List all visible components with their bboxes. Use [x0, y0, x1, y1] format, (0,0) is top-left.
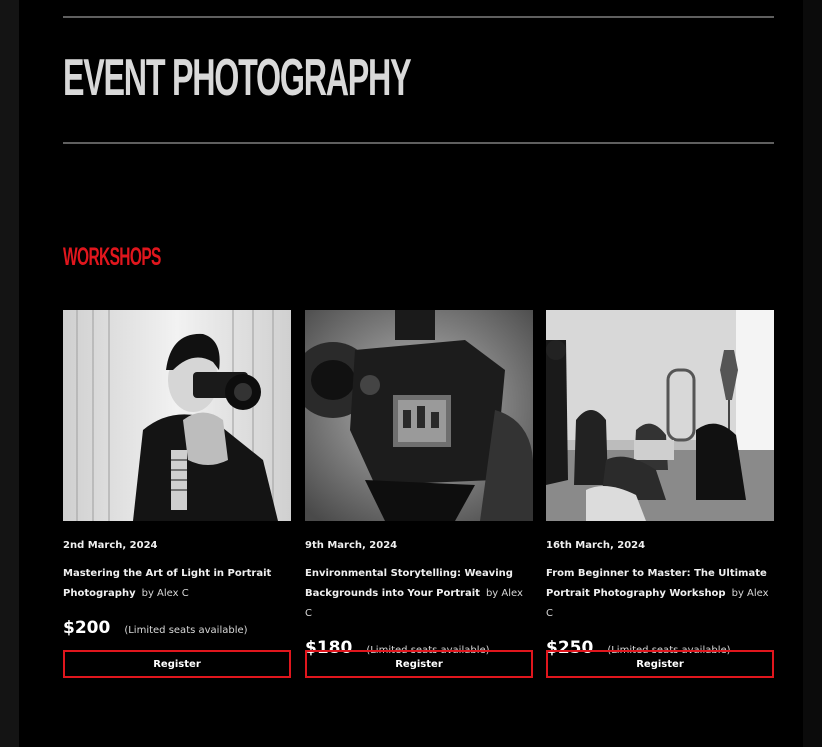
workshop-photo-photographer-with-camera	[63, 310, 291, 521]
workshop-card: 2nd March, 2024 Mastering the Art of Lig…	[63, 310, 291, 678]
workshop-photo-camera-closeup	[305, 310, 533, 521]
photo-illustration	[63, 310, 291, 521]
workshop-photo-studio-session	[546, 310, 774, 521]
photo-illustration	[546, 310, 774, 521]
workshop-title-block: Environmental Storytelling: Weaving Back…	[305, 564, 533, 624]
photo-illustration	[305, 310, 533, 521]
top-divider	[63, 16, 774, 18]
section-title: WORKSHOPS	[63, 243, 161, 271]
register-button[interactable]: Register	[305, 650, 533, 678]
register-button[interactable]: Register	[546, 650, 774, 678]
left-gutter	[0, 0, 19, 747]
workshop-price: $200	[63, 618, 111, 638]
seat-availability: (Limited seats available)	[124, 625, 248, 636]
workshop-date: 2nd March, 2024	[63, 540, 158, 551]
workshop-author: by Alex C	[141, 588, 189, 599]
workshop-card: 9th March, 2024 Environmental Storytelli…	[305, 310, 533, 678]
workshop-title-block: Mastering the Art of Light in Portrait P…	[63, 564, 291, 604]
right-gutter	[803, 0, 822, 747]
workshop-date: 16th March, 2024	[546, 540, 646, 551]
title-divider	[63, 142, 774, 144]
workshop-title-block: From Beginner to Master: The Ultimate Po…	[546, 564, 774, 624]
register-button[interactable]: Register	[63, 650, 291, 678]
workshop-card: 16th March, 2024 From Beginner to Master…	[546, 310, 774, 678]
price-row: $200 (Limited seats available)	[63, 618, 291, 638]
workshop-title: Environmental Storytelling: Weaving Back…	[305, 568, 513, 599]
workshop-date: 9th March, 2024	[305, 540, 398, 551]
page-title: EVENT PHOTOGRAPHY	[63, 49, 412, 107]
